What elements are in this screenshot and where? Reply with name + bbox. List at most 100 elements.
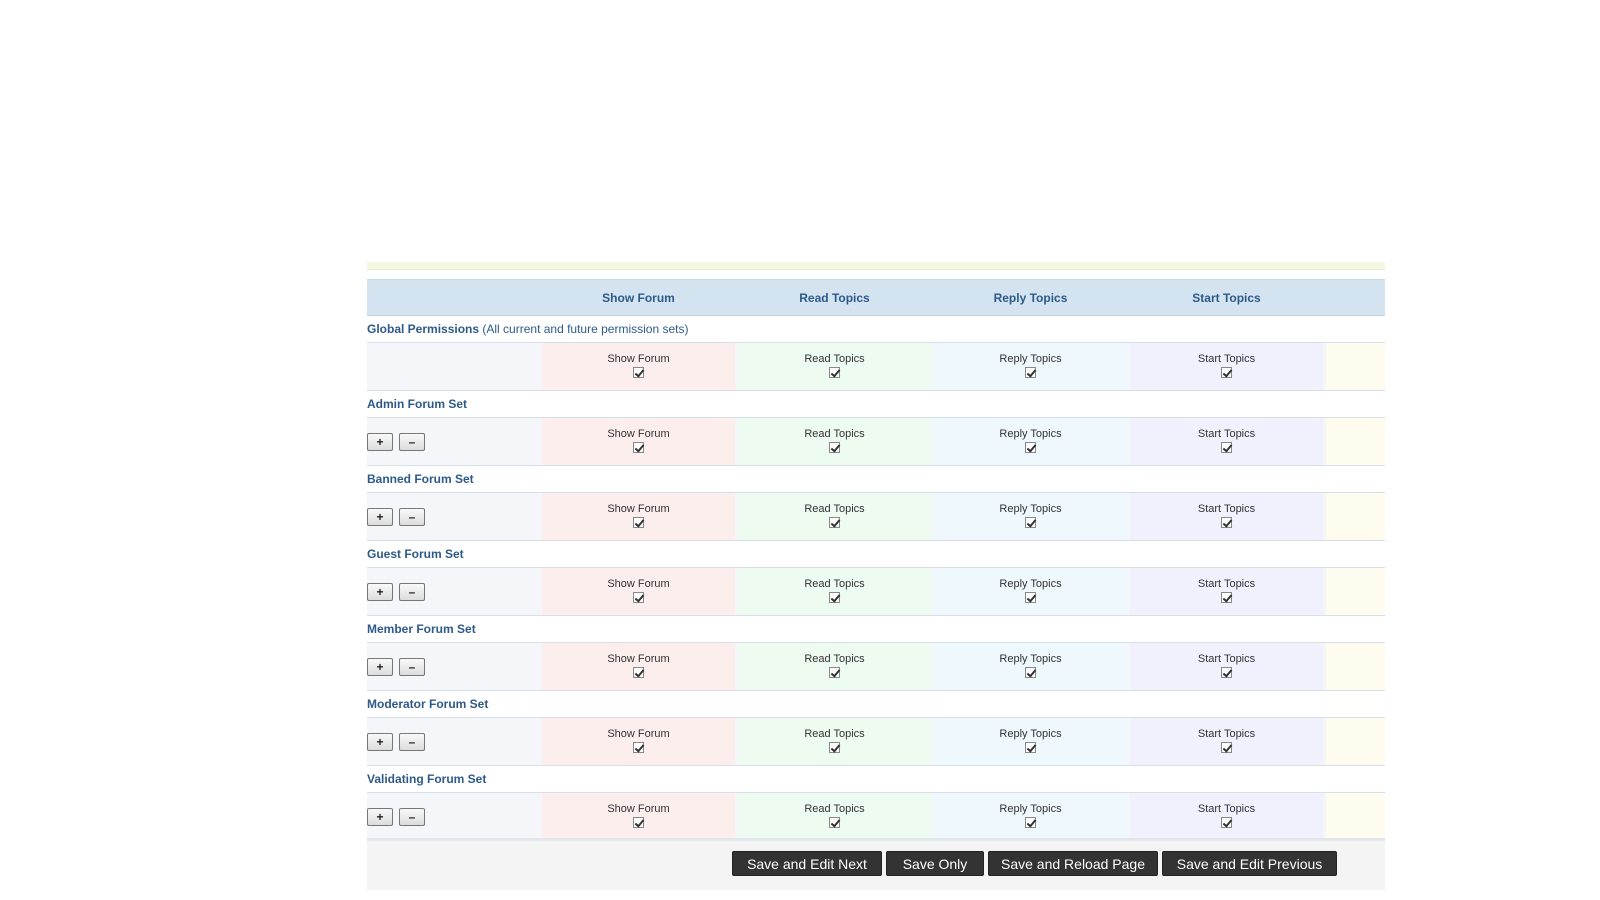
show-forum-cell: Show Forum (542, 418, 735, 465)
collapse-minus-button[interactable]: – (399, 808, 425, 826)
reply-topics-cell: Reply Topics (934, 643, 1127, 690)
expand-plus-button[interactable]: + (367, 808, 393, 826)
global-show-forum-checkbox[interactable] (633, 367, 644, 378)
extra-cell (1326, 718, 1385, 765)
cell-label: Show Forum (607, 803, 670, 815)
reply-topics-cell: Reply Topics (934, 718, 1127, 765)
expand-plus-button[interactable]: + (367, 508, 393, 526)
show-forum-checkbox[interactable] (633, 592, 644, 603)
start-topics-checkbox[interactable] (1221, 517, 1232, 528)
set-title-member: Member Forum Set (367, 616, 1385, 643)
start-topics-cell: Start Topics (1130, 568, 1323, 615)
global-permissions-row: Show Forum Read Topics Reply Topics Star… (367, 343, 1385, 391)
reply-topics-cell: Reply Topics (934, 493, 1127, 540)
collapse-minus-button[interactable]: – (399, 658, 425, 676)
cell-label: Reply Topics (999, 728, 1062, 740)
cell-label: Read Topics (804, 578, 865, 590)
cell-label: Read Topics (804, 353, 865, 365)
collapse-minus-button[interactable]: – (399, 508, 425, 526)
global-start-topics-checkbox[interactable] (1221, 367, 1232, 378)
start-topics-cell: Start Topics (1130, 643, 1323, 690)
cell-label: Start Topics (1197, 428, 1256, 440)
read-topics-checkbox[interactable] (829, 517, 840, 528)
start-topics-checkbox[interactable] (1221, 667, 1232, 678)
show-forum-checkbox[interactable] (633, 442, 644, 453)
read-topics-cell: Read Topics (738, 793, 931, 840)
start-topics-cell: Start Topics (1130, 418, 1323, 465)
expand-plus-button[interactable]: + (367, 433, 393, 451)
save-and-edit-previous-button[interactable]: Save and Edit Previous (1162, 851, 1337, 876)
show-forum-checkbox[interactable] (633, 517, 644, 528)
reply-topics-checkbox[interactable] (1025, 442, 1036, 453)
extra-cell (1326, 418, 1385, 465)
set-row-guest: + – Show Forum Read Topics Reply Topics … (367, 568, 1385, 616)
save-and-reload-page-button[interactable]: Save and Reload Page (988, 851, 1158, 876)
permissions-panel: Show Forum Read Topics Reply Topics Star… (367, 262, 1385, 890)
reply-topics-cell: Reply Topics (934, 793, 1127, 840)
global-permissions-subtitle: (All current and future permission sets) (482, 322, 689, 336)
save-only-button[interactable]: Save Only (886, 851, 984, 876)
start-topics-checkbox[interactable] (1221, 817, 1232, 828)
show-forum-cell: Show Forum (542, 718, 735, 765)
show-forum-checkbox[interactable] (633, 817, 644, 828)
header-reply-topics: Reply Topics (993, 291, 1068, 305)
collapse-minus-button[interactable]: – (399, 733, 425, 751)
cell-label: Start Topics (1197, 728, 1256, 740)
start-topics-checkbox[interactable] (1221, 442, 1232, 453)
global-read-topics-cell: Read Topics (738, 343, 931, 390)
read-topics-cell: Read Topics (738, 568, 931, 615)
show-forum-cell: Show Forum (542, 643, 735, 690)
reply-topics-checkbox[interactable] (1025, 742, 1036, 753)
extra-cell (1326, 793, 1385, 840)
reply-topics-checkbox[interactable] (1025, 592, 1036, 603)
read-topics-cell: Read Topics (738, 718, 931, 765)
start-topics-checkbox[interactable] (1221, 592, 1232, 603)
read-topics-checkbox[interactable] (829, 442, 840, 453)
show-forum-cell: Show Forum (542, 793, 735, 840)
cell-label: Reply Topics (999, 578, 1062, 590)
reply-topics-cell: Reply Topics (934, 418, 1127, 465)
set-row-member: + – Show Forum Read Topics Reply Topics … (367, 643, 1385, 691)
global-read-topics-checkbox[interactable] (829, 367, 840, 378)
expand-plus-button[interactable]: + (367, 733, 393, 751)
read-topics-cell: Read Topics (738, 418, 931, 465)
form-footer: Save and Edit Next Save Only Save and Re… (367, 838, 1385, 890)
start-topics-checkbox[interactable] (1221, 742, 1232, 753)
show-forum-checkbox[interactable] (633, 742, 644, 753)
cell-label: Show Forum (607, 428, 670, 440)
show-forum-checkbox[interactable] (633, 667, 644, 678)
set-row-validating: + – Show Forum Read Topics Reply Topics … (367, 793, 1385, 841)
header-read-topics: Read Topics (799, 291, 870, 305)
read-topics-checkbox[interactable] (829, 817, 840, 828)
global-extra-cell (1326, 343, 1385, 390)
save-and-edit-next-button[interactable]: Save and Edit Next (732, 851, 882, 876)
collapse-minus-button[interactable]: – (399, 583, 425, 601)
read-topics-checkbox[interactable] (829, 667, 840, 678)
cell-label: Start Topics (1197, 803, 1256, 815)
cell-label: Reply Topics (999, 353, 1062, 365)
cell-label: Start Topics (1197, 653, 1256, 665)
expand-plus-button[interactable]: + (367, 583, 393, 601)
extra-cell (1326, 493, 1385, 540)
header-start-topics: Start Topics (1192, 291, 1261, 305)
global-reply-topics-checkbox[interactable] (1025, 367, 1036, 378)
set-title-moderator: Moderator Forum Set (367, 691, 1385, 718)
cell-label: Reply Topics (999, 503, 1062, 515)
reply-topics-checkbox[interactable] (1025, 517, 1036, 528)
global-start-topics-cell: Start Topics (1130, 343, 1323, 390)
reply-topics-checkbox[interactable] (1025, 667, 1036, 678)
reply-topics-checkbox[interactable] (1025, 817, 1036, 828)
cell-label: Reply Topics (999, 653, 1062, 665)
collapse-minus-button[interactable]: – (399, 433, 425, 451)
set-row-admin: + – Show Forum Read Topics Reply Topics … (367, 418, 1385, 466)
show-forum-cell: Show Forum (542, 568, 735, 615)
cell-label: Show Forum (607, 578, 670, 590)
set-row-banned: + – Show Forum Read Topics Reply Topics … (367, 493, 1385, 541)
read-topics-checkbox[interactable] (829, 592, 840, 603)
top-stripe (367, 262, 1385, 270)
read-topics-checkbox[interactable] (829, 742, 840, 753)
show-forum-cell: Show Forum (542, 493, 735, 540)
expand-plus-button[interactable]: + (367, 658, 393, 676)
cell-label: Read Topics (804, 653, 865, 665)
reply-topics-cell: Reply Topics (934, 568, 1127, 615)
